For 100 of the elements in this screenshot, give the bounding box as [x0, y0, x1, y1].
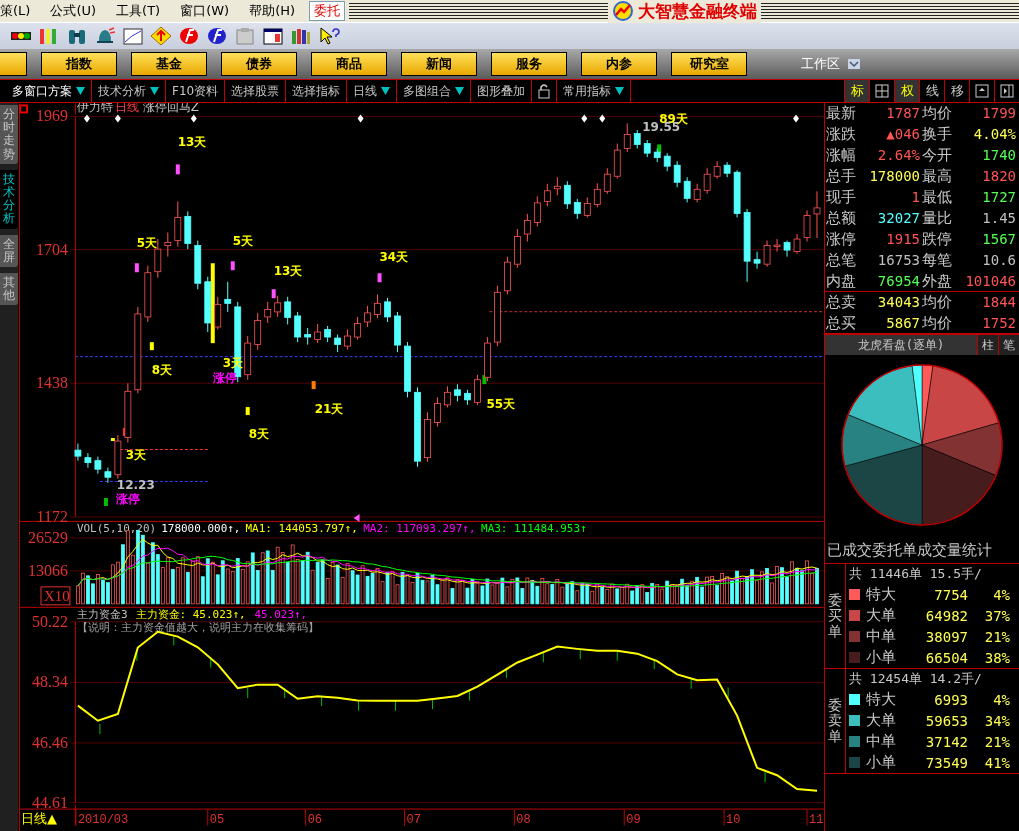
nav-button[interactable]: 债券 — [221, 52, 297, 76]
candlestick — [444, 385, 451, 408]
toolbar-menu-label[interactable]: 日线 — [353, 82, 378, 100]
quote-label: 均价 — [922, 292, 953, 312]
nav-button[interactable]: 基金 — [131, 52, 207, 76]
side-tab[interactable]: 技术分析 — [0, 169, 18, 229]
candlestick — [354, 316, 361, 341]
quote-value: 32027 — [876, 209, 921, 228]
quote-value: 1799 — [981, 104, 1017, 123]
event-marker — [357, 114, 364, 123]
dropdown-icon[interactable] — [76, 87, 85, 95]
quote-label: 总卖 — [826, 292, 857, 312]
side-tab[interactable]: 其他 — [0, 272, 18, 306]
quote-value: 10.6 — [981, 251, 1017, 270]
toolbar-menu-label[interactable]: 选择指标 — [292, 82, 341, 100]
order-size-label: 小单 — [866, 648, 897, 667]
toolbar-menu-label[interactable]: 多图组合 — [403, 82, 452, 100]
panel-tab[interactable]: 笔 — [998, 335, 1019, 355]
panel-tab[interactable]: 龙虎看盘(逐单) — [825, 335, 977, 355]
view-tab[interactable]: 权 — [894, 80, 919, 102]
nav-button[interactable]: 服务 — [491, 52, 567, 76]
menu-item[interactable]: 公式(U) — [40, 2, 107, 20]
menu-item[interactable]: 策(L) — [0, 2, 41, 20]
quote-value: 1915 — [885, 230, 921, 249]
view-tab[interactable]: 线 — [919, 80, 944, 102]
corner-marker-icon — [19, 104, 28, 114]
candlestick — [553, 176, 561, 196]
candlestick — [653, 148, 661, 163]
candlestick — [623, 122, 631, 153]
quote-label: 今开 — [922, 145, 953, 165]
candlestick — [404, 341, 411, 398]
signal-label: 5天 — [136, 236, 158, 251]
event-marker — [114, 114, 121, 123]
order-percent: 41% — [983, 754, 1010, 771]
nav-button[interactable]: 新闻 — [401, 52, 477, 76]
fund-legend: 主力资金3 — [76, 607, 128, 621]
side-tab[interactable]: 分时走势 — [0, 105, 18, 164]
date-axis-label: 05 — [209, 812, 225, 827]
letter-f-icon[interactable] — [178, 26, 200, 46]
stats-title: 已成交委托单成交量统计 — [825, 531, 1019, 564]
workspace-menu[interactable]: 工作区 — [801, 55, 840, 73]
dropdown-icon[interactable] — [455, 87, 465, 95]
candlestick — [703, 167, 711, 195]
menu-item[interactable]: 帮助(H) — [239, 2, 306, 20]
window-layout-icon[interactable] — [262, 26, 284, 46]
quote-value: 34043 — [876, 293, 921, 312]
quote-value: 1844 — [981, 293, 1017, 312]
order-volume: 73549 — [924, 754, 968, 771]
lock-icon[interactable] — [538, 83, 551, 99]
nav-button[interactable]: 内参 — [581, 52, 657, 76]
toolbar-menu-label[interactable]: 图形叠加 — [477, 82, 526, 100]
signal-marker — [230, 261, 235, 271]
nav-button[interactable]: 研究室 — [671, 52, 747, 76]
candlestick — [254, 312, 262, 351]
grid-icon[interactable] — [875, 84, 889, 98]
toolbar-menu-label[interactable]: 选择股票 — [231, 82, 280, 100]
nav-button[interactable]: 商品 — [311, 52, 387, 76]
nav-button[interactable]: 指数 — [41, 52, 117, 76]
quote-value: 1727 — [981, 188, 1017, 207]
price-axis-label: 1969 — [36, 107, 68, 125]
diamond-sign-icon[interactable] — [150, 26, 172, 46]
candlestick — [364, 305, 371, 328]
order-volume: 38097 — [924, 628, 968, 645]
clipboard-icon[interactable] — [234, 26, 256, 46]
side-pane-icon[interactable] — [1000, 84, 1014, 98]
date-axis-label: 07 — [406, 812, 421, 827]
toolbar-menu-label[interactable]: 技术分析 — [98, 82, 146, 100]
view-tab[interactable]: 标 — [844, 80, 869, 102]
date-axis-label: 2010/03 — [77, 812, 129, 827]
window-icon[interactable] — [975, 84, 989, 98]
quote-label: 量比 — [922, 208, 953, 228]
toolbar-menu-label[interactable]: F10资料 — [172, 82, 219, 100]
toolbar-menu-label[interactable]: 常用指标 — [563, 82, 612, 100]
candlestick — [593, 182, 601, 208]
period-toggle[interactable]: 日线▲ — [21, 810, 57, 826]
order-summary: 共 11446单 15.5手/ — [849, 565, 983, 583]
panel-tab[interactable]: 柱 — [977, 335, 998, 355]
help-pointer-icon[interactable] — [318, 26, 340, 46]
bell-icon[interactable] — [94, 26, 116, 46]
toolbar-menu-label[interactable]: 多窗口方案 — [12, 82, 72, 100]
dropdown-icon[interactable] — [615, 87, 625, 95]
books-icon[interactable] — [290, 26, 312, 46]
quote-value: 101046 — [964, 272, 1017, 291]
letter-f-icon[interactable] — [206, 26, 228, 46]
candlestick — [184, 210, 192, 250]
tick-mark — [623, 809, 625, 827]
candlestick — [144, 265, 152, 323]
side-tab[interactable]: 全屏 — [0, 234, 18, 267]
volume-axis-label: 13066 — [28, 561, 68, 579]
dropdown-icon[interactable] — [381, 87, 391, 95]
menu-item[interactable]: 工具(T) — [106, 2, 171, 20]
dropdown-icon[interactable] — [150, 87, 159, 95]
view-tab[interactable]: 移 — [944, 80, 969, 102]
dropdown-icon[interactable] — [848, 59, 860, 69]
trade-button[interactable]: 委托 — [309, 1, 346, 21]
order-percent: 4% — [992, 586, 1010, 603]
candlestick — [124, 382, 132, 444]
candlestick — [673, 160, 681, 188]
menu-item[interactable]: 窗口(W) — [170, 2, 240, 20]
nav-button[interactable] — [0, 52, 27, 76]
